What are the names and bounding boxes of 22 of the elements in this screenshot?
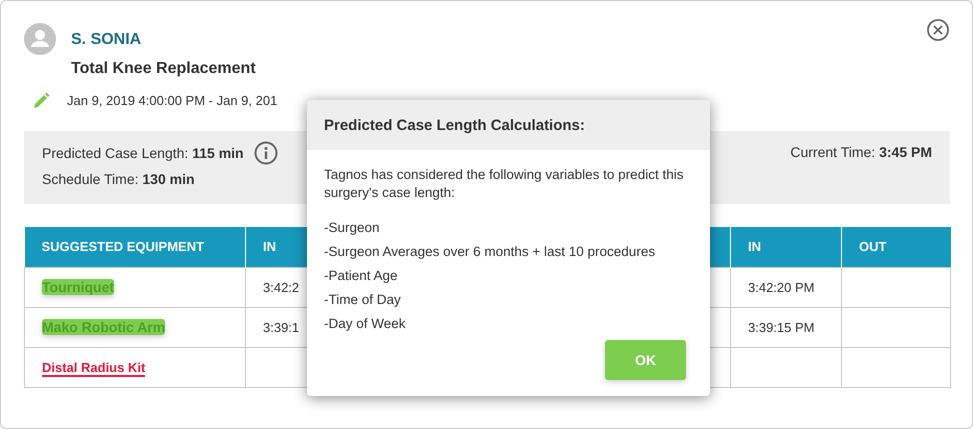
patient-name: S. SONIA (71, 31, 142, 49)
table-cell: 3:42:20 PM (748, 280, 814, 294)
variable-item: -Patient Age (324, 267, 399, 285)
equipment-name[interactable]: Distal Radius Kit (42, 360, 146, 376)
variable-item: -Time of Day (324, 291, 402, 309)
close-icon[interactable] (926, 18, 950, 42)
time-range: Jan 9, 2019 4:00:00 PM - Jan 9, 201 (67, 93, 278, 109)
schedule-time: Schedule Time: 130 min (42, 171, 196, 187)
avatar-icon (24, 23, 56, 55)
procedure-title: Total Knee Replacement (71, 60, 256, 78)
current-time: Current Time: 3:45 PM (790, 143, 932, 162)
table-cell: 3:39:15 PM (748, 320, 814, 334)
column-header: IN (730, 227, 842, 267)
dialog-title: Predicted Case Length Calculations: (324, 116, 585, 134)
column-header: OUT (842, 227, 950, 267)
column-header: SUGGESTED EQUIPMENT (24, 227, 246, 267)
predicted-case-length: Predicted Case Length: 115 min (42, 145, 244, 161)
table-cell: 3:42:2 (263, 280, 300, 294)
info-icon[interactable] (254, 141, 278, 165)
table-cell: 3:39:1 (263, 320, 300, 334)
variable-item: -Day of Week (324, 315, 407, 333)
dialog-text: Tagnos has considered the following variables to predict this surgery's case length: (324, 166, 684, 202)
